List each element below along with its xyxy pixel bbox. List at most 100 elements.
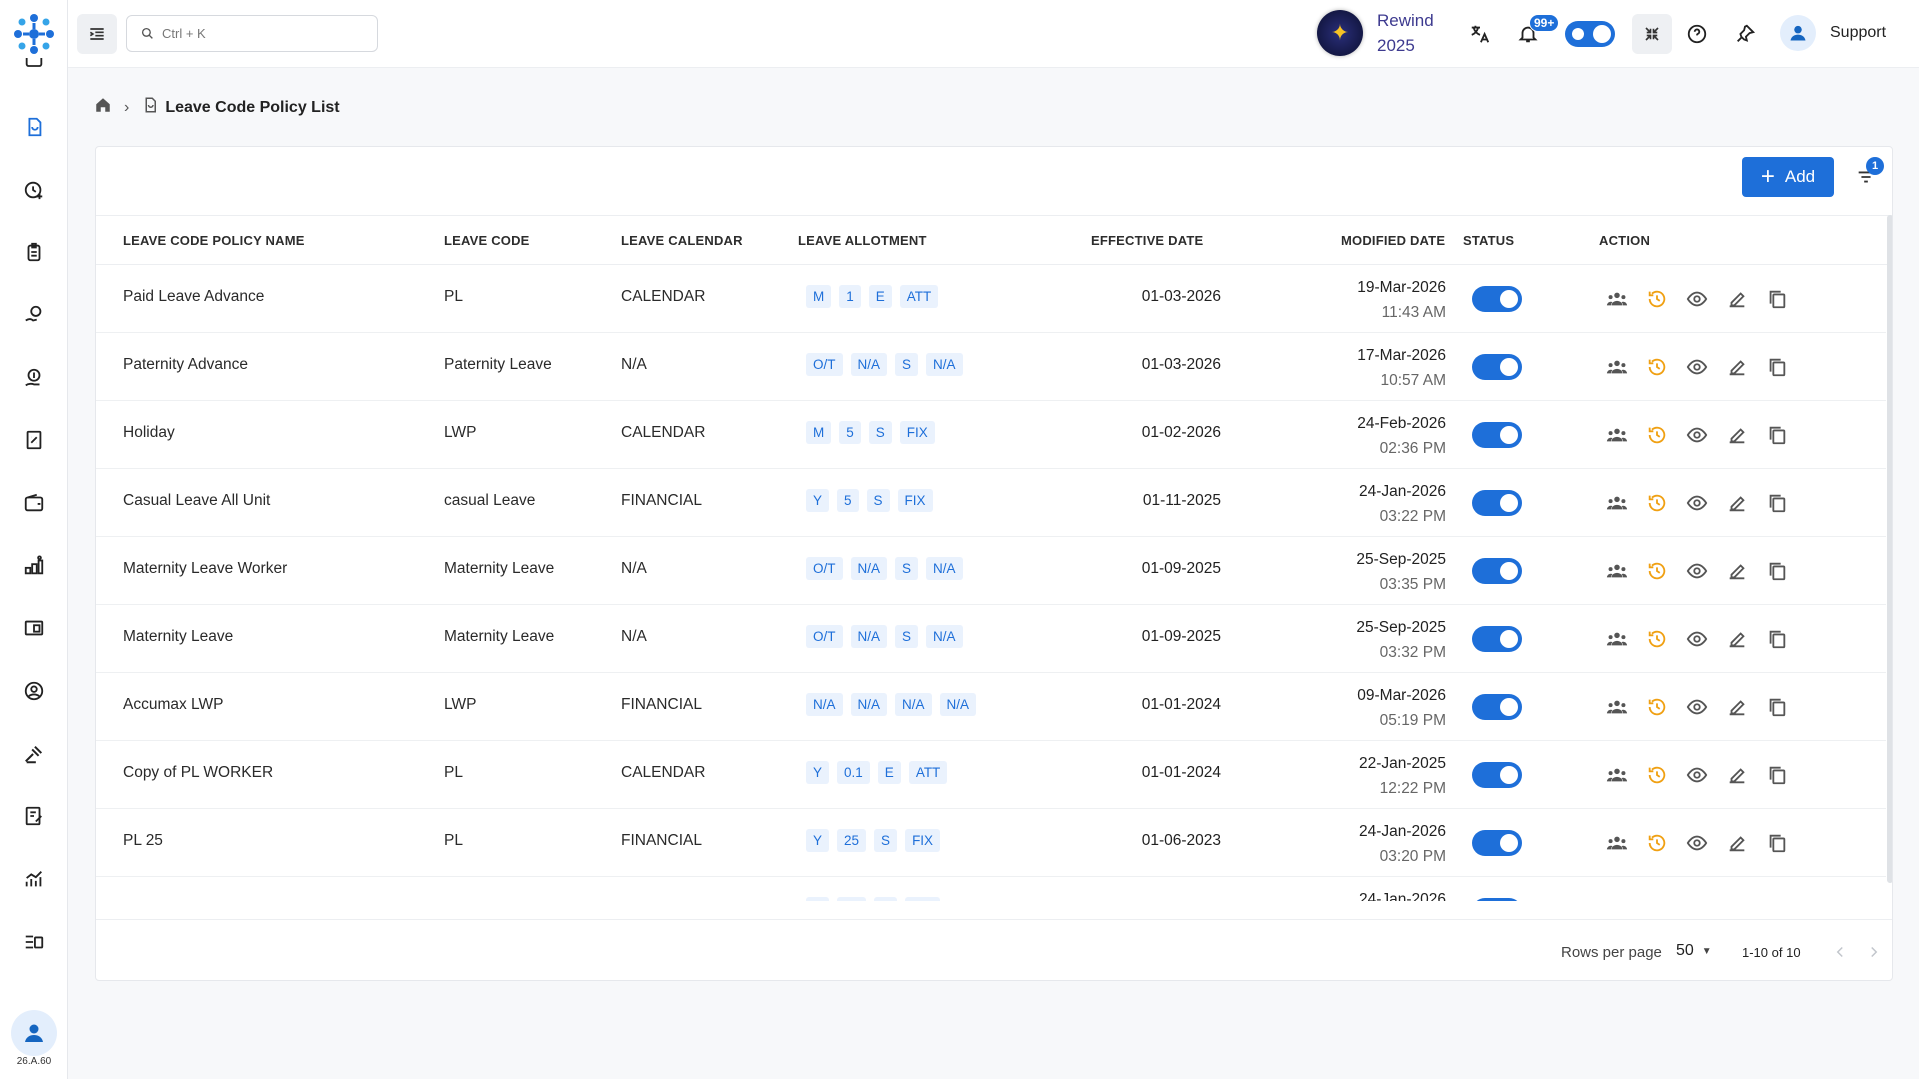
view-icon[interactable]	[1684, 899, 1710, 901]
history-icon[interactable]	[1644, 559, 1670, 583]
copy-icon[interactable]	[1764, 831, 1790, 855]
edit-icon[interactable]	[1724, 695, 1750, 719]
table-row[interactable]: Paternity Advance Paternity Leave N/A O/T N/…	[96, 333, 1886, 401]
view-icon[interactable]	[1684, 627, 1710, 651]
filter-button[interactable]: 1	[1850, 157, 1884, 193]
table-row[interactable]: PL 15 1st and 3rd Sat PL FINANCIAL Y 15 S FIX 0…	[96, 877, 1886, 901]
table-row[interactable]: Accumax LWP LWP FINANCIAL N/A N/A N/A N/A 01-01…	[96, 673, 1886, 741]
status-toggle[interactable]	[1472, 490, 1522, 516]
menu-toggle-button[interactable]	[77, 14, 117, 54]
rewind-banner[interactable]: ✦ Rewind 2025	[1317, 8, 1434, 58]
view-icon[interactable]	[1684, 355, 1710, 379]
header-status[interactable]: STATUS	[1463, 233, 1514, 248]
app-logo[interactable]	[10, 10, 58, 58]
copy-icon[interactable]	[1764, 627, 1790, 651]
prev-page-button[interactable]	[1828, 940, 1852, 964]
history-icon[interactable]	[1644, 763, 1670, 787]
edit-icon[interactable]	[1724, 491, 1750, 515]
calendar-icon[interactable]	[20, 58, 48, 74]
view-icon[interactable]	[1684, 287, 1710, 311]
history-icon[interactable]	[1644, 695, 1670, 719]
org-chart-icon[interactable]	[20, 552, 48, 580]
copy-icon[interactable]	[1764, 763, 1790, 787]
assign-users-icon[interactable]	[1604, 831, 1630, 855]
assign-users-icon[interactable]	[1604, 559, 1630, 583]
table-row[interactable]: Casual Leave All Unit casual Leave FINANCI…	[96, 469, 1886, 537]
edit-icon[interactable]	[1724, 763, 1750, 787]
gavel-icon[interactable]	[20, 740, 48, 768]
copy-icon[interactable]	[1764, 491, 1790, 515]
status-toggle[interactable]	[1472, 626, 1522, 652]
table-row[interactable]: Maternity Leave Maternity Leave N/A O/T N/A S…	[96, 605, 1886, 673]
vertical-scrollbar[interactable]	[1887, 215, 1892, 883]
view-icon[interactable]	[1684, 831, 1710, 855]
copy-icon[interactable]	[1764, 423, 1790, 447]
edit-icon[interactable]	[1724, 559, 1750, 583]
history-icon[interactable]	[1644, 831, 1670, 855]
table-row[interactable]: PL 25 PL FINANCIAL Y 25 S FIX 01-06-2023 24-Jan-…	[96, 809, 1886, 877]
history-icon[interactable]	[1644, 899, 1670, 901]
assign-users-icon[interactable]	[1604, 695, 1630, 719]
search-input[interactable]: Ctrl + K	[126, 15, 378, 52]
edit-icon[interactable]	[1724, 899, 1750, 901]
badge-icon[interactable]	[20, 238, 48, 266]
status-toggle[interactable]	[1472, 694, 1522, 720]
history-icon[interactable]	[1644, 423, 1670, 447]
assign-users-icon[interactable]	[1604, 899, 1630, 901]
view-icon[interactable]	[1684, 559, 1710, 583]
copy-icon[interactable]	[1764, 899, 1790, 901]
assign-users-icon[interactable]	[1604, 355, 1630, 379]
assign-users-icon[interactable]	[1604, 287, 1630, 311]
status-toggle[interactable]	[1472, 898, 1522, 901]
notifications-button[interactable]: 99+	[1511, 14, 1560, 51]
copy-icon[interactable]	[1764, 287, 1790, 311]
settings-list-icon[interactable]	[20, 928, 48, 956]
theme-toggle[interactable]	[1565, 21, 1615, 47]
help-button[interactable]	[1680, 17, 1714, 51]
pin-button[interactable]	[1728, 17, 1762, 51]
view-icon[interactable]	[1684, 423, 1710, 447]
edit-icon[interactable]	[1724, 831, 1750, 855]
view-icon[interactable]	[1684, 763, 1710, 787]
add-button[interactable]: + Add	[1742, 157, 1834, 197]
view-icon[interactable]	[1684, 695, 1710, 719]
leave-policy-icon[interactable]	[20, 113, 48, 141]
payroll-hand-icon[interactable]	[20, 301, 48, 329]
edit-icon[interactable]	[1724, 423, 1750, 447]
assign-users-icon[interactable]	[1604, 627, 1630, 651]
edit-icon[interactable]	[1724, 287, 1750, 311]
copy-icon[interactable]	[1764, 695, 1790, 719]
status-toggle[interactable]	[1472, 354, 1522, 380]
status-toggle[interactable]	[1472, 830, 1522, 856]
status-toggle[interactable]	[1472, 286, 1522, 312]
translate-icon[interactable]	[1463, 17, 1497, 51]
user-circle-icon[interactable]	[20, 677, 48, 705]
status-toggle[interactable]	[1472, 762, 1522, 788]
status-toggle[interactable]	[1472, 558, 1522, 584]
table-row[interactable]: Holiday LWP CALENDAR M 5 S FIX 01-02-2026 24-Feb…	[96, 401, 1886, 469]
user-avatar[interactable]	[11, 1010, 57, 1056]
history-icon[interactable]	[1644, 287, 1670, 311]
view-icon[interactable]	[1684, 491, 1710, 515]
next-page-button[interactable]	[1862, 940, 1886, 964]
history-icon[interactable]	[1644, 355, 1670, 379]
support-menu[interactable]: Support	[1780, 15, 1886, 51]
header-leave-calendar[interactable]: LEAVE CALENDAR	[621, 233, 743, 248]
header-policy-name[interactable]: LEAVE CODE POLICY NAME	[123, 233, 305, 248]
header-leave-code[interactable]: LEAVE CODE	[444, 233, 530, 248]
status-toggle[interactable]	[1472, 422, 1522, 448]
table-row[interactable]: Copy of PL WORKER PL CALENDAR Y 0.1 E ATT 01-01…	[96, 741, 1886, 809]
salary-hand-icon[interactable]	[20, 364, 48, 392]
header-modified-date[interactable]: MODIFIED DATE	[1341, 233, 1445, 248]
assign-users-icon[interactable]	[1604, 491, 1630, 515]
assign-users-icon[interactable]	[1604, 423, 1630, 447]
edit-icon[interactable]	[1724, 627, 1750, 651]
rows-per-page-select[interactable]: 50 ▼	[1676, 942, 1712, 960]
header-effective-date[interactable]: EFFECTIVE DATE	[1091, 233, 1203, 248]
time-add-icon[interactable]	[20, 176, 48, 204]
table-row[interactable]: Paid Leave Advance PL CALENDAR M 1 E ATT 01-03-…	[96, 265, 1886, 333]
fullscreen-exit-button[interactable]	[1632, 14, 1672, 54]
header-leave-allotment[interactable]: LEAVE ALLOTMENT	[798, 233, 927, 248]
history-icon[interactable]	[1644, 491, 1670, 515]
table-row[interactable]: Maternity Leave Worker Maternity Leave N/A…	[96, 537, 1886, 605]
